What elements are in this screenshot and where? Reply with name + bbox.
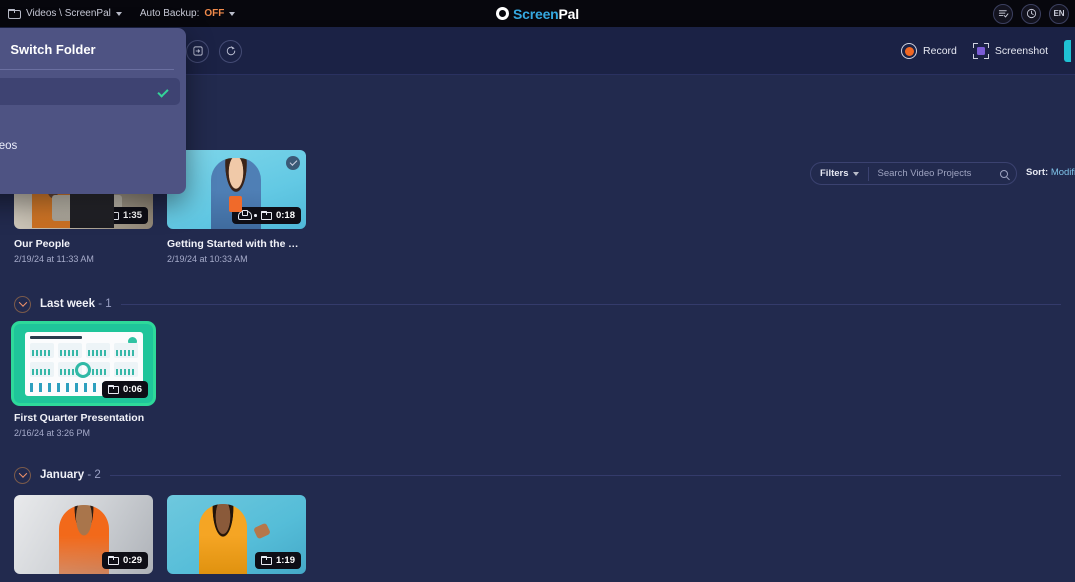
switch-folder-item-documents[interactable]: Documents bbox=[0, 105, 180, 132]
import-button[interactable] bbox=[186, 39, 209, 63]
video-card[interactable]: 0:29 bbox=[14, 495, 153, 574]
section-divider bbox=[120, 303, 1061, 305]
chevron-down-icon bbox=[229, 11, 236, 16]
video-thumbnail[interactable]: 0:06 bbox=[14, 324, 153, 403]
auto-backup-label: Auto Backup: bbox=[139, 8, 200, 19]
video-title: Getting Started with the App bbox=[167, 238, 306, 250]
duration-label: 0:06 bbox=[122, 384, 142, 395]
screenshot-label: Screenshot bbox=[994, 45, 1048, 57]
folder-icon bbox=[107, 556, 119, 565]
laptop-shape bbox=[52, 195, 122, 221]
screenpal-app-window: Videos \ ScreenPal Auto Backup: OFF Scre… bbox=[0, 0, 1075, 582]
section-cards-january: 0:29 1:19 bbox=[0, 489, 1075, 574]
folder-icon bbox=[8, 8, 21, 19]
separator-dot bbox=[254, 214, 257, 217]
record-button[interactable]: Record bbox=[901, 43, 957, 59]
record-label: Record bbox=[923, 45, 957, 57]
toolbar-right-actions: Record Screenshot bbox=[901, 27, 1075, 75]
auto-backup-value: OFF bbox=[204, 8, 225, 19]
logo-text-screen: Screen bbox=[513, 5, 559, 22]
video-card[interactable]: 1:19 bbox=[167, 495, 306, 574]
video-title: Our People bbox=[14, 238, 71, 250]
folder-icon bbox=[107, 211, 119, 220]
video-date: 2/16/24 at 3:26 PM bbox=[14, 428, 91, 438]
record-icon bbox=[901, 43, 918, 59]
upload-button-edge[interactable] bbox=[1064, 40, 1071, 62]
screenshot-button[interactable]: Screenshot bbox=[972, 43, 1048, 59]
video-date: 2/19/24 at 11:33 AM bbox=[14, 254, 94, 264]
screenshot-icon bbox=[972, 43, 989, 59]
folder-icon bbox=[260, 211, 272, 220]
video-card[interactable]: 0:18 Getting Started with the App 2/19/2… bbox=[167, 150, 306, 264]
switch-folder-item-browse[interactable]: Browse... bbox=[0, 159, 180, 186]
toolbar-left-actions bbox=[186, 27, 242, 75]
title-bar-left-group: Videos \ ScreenPal Auto Backup: OFF bbox=[0, 8, 236, 19]
switch-folder-item-label: Training Videos bbox=[0, 139, 18, 152]
folder-icon bbox=[260, 556, 272, 565]
video-thumbnail[interactable]: 1:19 bbox=[167, 495, 306, 574]
video-thumbnail[interactable]: 0:18 bbox=[167, 150, 306, 229]
switch-folder-dropdown[interactable]: Switch Folder Videos Documents Training … bbox=[0, 28, 186, 194]
section-header-last-week[interactable]: Last week - 1 bbox=[0, 290, 1075, 318]
section-header-january[interactable]: January - 2 bbox=[0, 461, 1075, 489]
auto-backup-selector[interactable]: Auto Backup: OFF bbox=[139, 8, 236, 19]
switch-folder-item-videos[interactable]: Videos bbox=[0, 78, 180, 105]
folder-icon bbox=[107, 385, 119, 394]
screenpal-logo-icon bbox=[496, 7, 510, 20]
video-title: First Quarter Presentation bbox=[14, 412, 145, 424]
duration-badge: 0:18 bbox=[232, 207, 301, 224]
duration-label: 0:18 bbox=[275, 210, 295, 221]
duration-badge: 1:35 bbox=[101, 207, 148, 224]
import-icon bbox=[192, 46, 203, 56]
duration-badge: 0:29 bbox=[101, 552, 148, 569]
clock-icon bbox=[1026, 8, 1036, 19]
folder-path-label: Videos \ ScreenPal bbox=[26, 8, 111, 19]
section-count-label: - 1 bbox=[98, 298, 112, 310]
chevron-down-icon bbox=[115, 11, 122, 16]
section-title-label: Last week bbox=[40, 298, 95, 310]
section-title-label: January bbox=[40, 469, 85, 481]
folder-path-selector[interactable]: Videos \ ScreenPal bbox=[8, 8, 122, 19]
list-check-icon bbox=[998, 10, 1008, 18]
switch-folder-item-training-videos[interactable]: Training Videos bbox=[0, 132, 180, 159]
title-bar-right-group: EN bbox=[993, 0, 1069, 27]
switch-folder-title: Switch Folder bbox=[10, 42, 96, 57]
video-thumbnail[interactable]: 0:29 bbox=[14, 495, 153, 574]
selected-check-badge[interactable] bbox=[286, 156, 300, 170]
cloud-lock-icon bbox=[238, 210, 253, 220]
duration-badge: 1:19 bbox=[254, 552, 301, 569]
refresh-icon bbox=[226, 46, 235, 56]
task-list-icon-button[interactable] bbox=[993, 3, 1013, 24]
logo-text-pal: Pal bbox=[558, 5, 580, 22]
check-icon bbox=[157, 85, 169, 98]
refresh-button[interactable] bbox=[219, 39, 242, 63]
section-count-label: - 2 bbox=[87, 469, 101, 481]
section-divider bbox=[109, 474, 1061, 476]
duration-label: 1:35 bbox=[122, 210, 142, 221]
language-button[interactable]: EN bbox=[1049, 3, 1069, 24]
chevron-down-icon[interactable] bbox=[14, 466, 31, 484]
duration-badge: 0:06 bbox=[101, 381, 148, 398]
section-cards-last-week: 0:06 First Quarter Presentation 2/16/24 … bbox=[0, 318, 1075, 438]
history-icon-button[interactable] bbox=[1021, 3, 1041, 24]
chevron-down-icon[interactable] bbox=[14, 295, 31, 313]
video-date: 2/19/24 at 10:33 AM bbox=[167, 254, 248, 264]
video-card[interactable]: 0:06 First Quarter Presentation 2/16/24 … bbox=[14, 324, 153, 438]
title-bar: Videos \ ScreenPal Auto Backup: OFF Scre… bbox=[0, 0, 1075, 27]
duration-label: 1:19 bbox=[275, 555, 295, 566]
duration-label: 0:29 bbox=[122, 555, 142, 566]
